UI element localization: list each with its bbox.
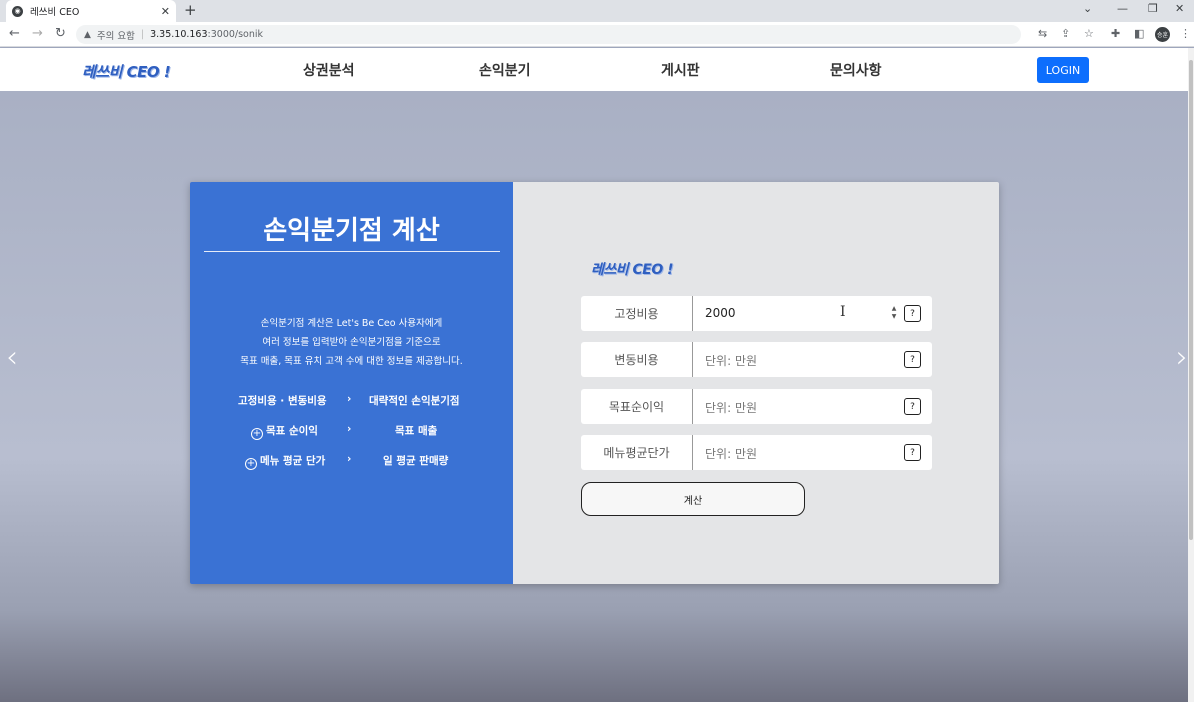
browser-tabbar: ◉ 레쓰비 CEO ✕ + ⌄ — ❐ ✕: [0, 0, 1194, 22]
url-path: :3000/sonik: [207, 29, 264, 40]
flow-input: 목표 순이익: [266, 425, 318, 437]
url-host: 3.35.10.163: [150, 29, 208, 40]
description: 손익분기점 계산은 Let's Be Ceo 사용자에게 여러 정보를 입력받아…: [190, 314, 513, 371]
flow-output: 대략적인 손익분기점: [369, 395, 460, 407]
help-button[interactable]: ?: [904, 398, 921, 415]
side-panel-icon[interactable]: ◧: [1134, 27, 1144, 40]
bookmark-star-icon[interactable]: ☆: [1084, 27, 1094, 40]
text-cursor-icon: I: [840, 304, 846, 320]
profile-avatar[interactable]: 승훈: [1155, 27, 1170, 42]
nav-item-analysis[interactable]: 상권분석: [303, 60, 355, 80]
address-bar: ← → ↻ ▲ 주의 요함 | 3.35.10.163 :3000/sonik …: [0, 22, 1194, 47]
plus-circle-icon: +: [245, 458, 257, 470]
extensions-icon[interactable]: ✚: [1111, 27, 1120, 40]
flow-input: 메뉴 평균 단가: [260, 455, 326, 467]
site-header: 레쓰비 CEO ! 상권분석 손익분기 게시판 문의사항 LOGIN: [0, 48, 1194, 91]
description-line: 여러 정보를 입력받아 손익분기점을 기준으로: [262, 337, 441, 348]
new-tab-icon[interactable]: +: [184, 1, 197, 19]
back-icon[interactable]: ←: [9, 26, 20, 41]
browser-tab[interactable]: ◉ 레쓰비 CEO ✕: [6, 0, 176, 22]
chevron-right-icon: ›: [347, 423, 352, 435]
tab-search-icon[interactable]: ⌄: [1083, 2, 1092, 15]
target-profit-field[interactable]: 목표순이익 단위: 만원 ?: [581, 389, 932, 424]
carousel-next-icon[interactable]: ›: [1176, 340, 1188, 375]
field-label: 메뉴평균단가: [581, 435, 693, 470]
help-button[interactable]: ?: [904, 351, 921, 368]
window-close-icon[interactable]: ✕: [1175, 2, 1184, 15]
fixed-cost-input[interactable]: 2000: [705, 306, 736, 320]
variable-cost-input[interactable]: 단위: 만원: [705, 352, 757, 369]
translate-icon[interactable]: ⇆: [1038, 27, 1047, 40]
fixed-cost-field[interactable]: 고정비용 2000 I ▲ ▼ ?: [581, 296, 932, 331]
nav-item-breakeven[interactable]: 손익분기: [479, 60, 531, 80]
info-panel: 손익분기점 계산 손익분기점 계산은 Let's Be Ceo 사용자에게 여러…: [190, 182, 513, 584]
flow-input-wrap: + 메뉴 평균 단가: [245, 453, 325, 470]
site-logo[interactable]: 레쓰비 CEO !: [82, 61, 171, 82]
share-icon[interactable]: ⇪: [1061, 27, 1070, 40]
description-line: 목표 매출, 목표 유치 고객 수에 대한 정보를 제공합니다.: [240, 356, 463, 367]
variable-cost-field[interactable]: 변동비용 단위: 만원 ?: [581, 342, 932, 377]
field-label: 변동비용: [581, 342, 693, 377]
flow-output: 목표 매출: [395, 425, 438, 437]
minimize-icon[interactable]: —: [1117, 2, 1128, 15]
title-divider: [204, 251, 500, 252]
description-line: 손익분기점 계산은 Let's Be Ceo 사용자에게: [260, 318, 443, 329]
flow-output: 일 평균 판매량: [383, 455, 449, 467]
forward-icon[interactable]: →: [32, 26, 43, 41]
form-panel: 레쓰비 CEO ! 고정비용 2000 I ▲ ▼ ? 변동비용 단위: 만원 ?…: [513, 182, 999, 584]
field-label: 목표순이익: [581, 389, 693, 424]
warning-icon: ▲: [84, 29, 91, 40]
url-input[interactable]: ▲ 주의 요함 | 3.35.10.163 :3000/sonik: [76, 25, 1021, 44]
tab-close-icon[interactable]: ✕: [161, 5, 170, 18]
field-label: 고정비용: [581, 296, 693, 331]
globe-icon: ◉: [12, 5, 23, 17]
restore-icon[interactable]: ❐: [1148, 2, 1158, 15]
more-menu-icon[interactable]: ⋮: [1180, 27, 1191, 40]
flow-input-wrap: + 목표 순이익: [251, 423, 318, 440]
login-button[interactable]: LOGIN: [1037, 57, 1089, 83]
chevron-right-icon: ›: [347, 453, 352, 465]
tab-title: 레쓰비 CEO: [30, 7, 80, 18]
menu-price-field[interactable]: 메뉴평균단가 단위: 만원 ?: [581, 435, 932, 470]
plus-circle-icon: +: [251, 428, 263, 440]
breakeven-card: 손익분기점 계산 손익분기점 계산은 Let's Be Ceo 사용자에게 여러…: [190, 182, 999, 584]
nav-item-inquiry[interactable]: 문의사항: [830, 60, 882, 80]
nav-item-board[interactable]: 게시판: [661, 60, 700, 80]
number-spinner[interactable]: ▲ ▼: [890, 305, 898, 322]
reload-icon[interactable]: ↻: [55, 26, 66, 41]
flow-input: 고정비용 · 변동비용: [238, 395, 327, 407]
help-button[interactable]: ?: [904, 305, 921, 322]
calculate-button[interactable]: 계산: [581, 482, 805, 516]
chevron-right-icon: ›: [347, 393, 352, 405]
form-logo: 레쓰비 CEO !: [591, 262, 674, 278]
help-button[interactable]: ?: [904, 444, 921, 461]
page-title: 손익분기점 계산: [263, 216, 440, 246]
target-profit-input[interactable]: 단위: 만원: [705, 399, 757, 416]
scrollbar-thumb[interactable]: [1189, 60, 1193, 540]
security-label[interactable]: 주의 요함: [97, 28, 135, 42]
carousel-prev-icon[interactable]: ‹: [6, 340, 18, 375]
url-separator: |: [140, 29, 145, 40]
menu-price-input[interactable]: 단위: 만원: [705, 445, 757, 462]
